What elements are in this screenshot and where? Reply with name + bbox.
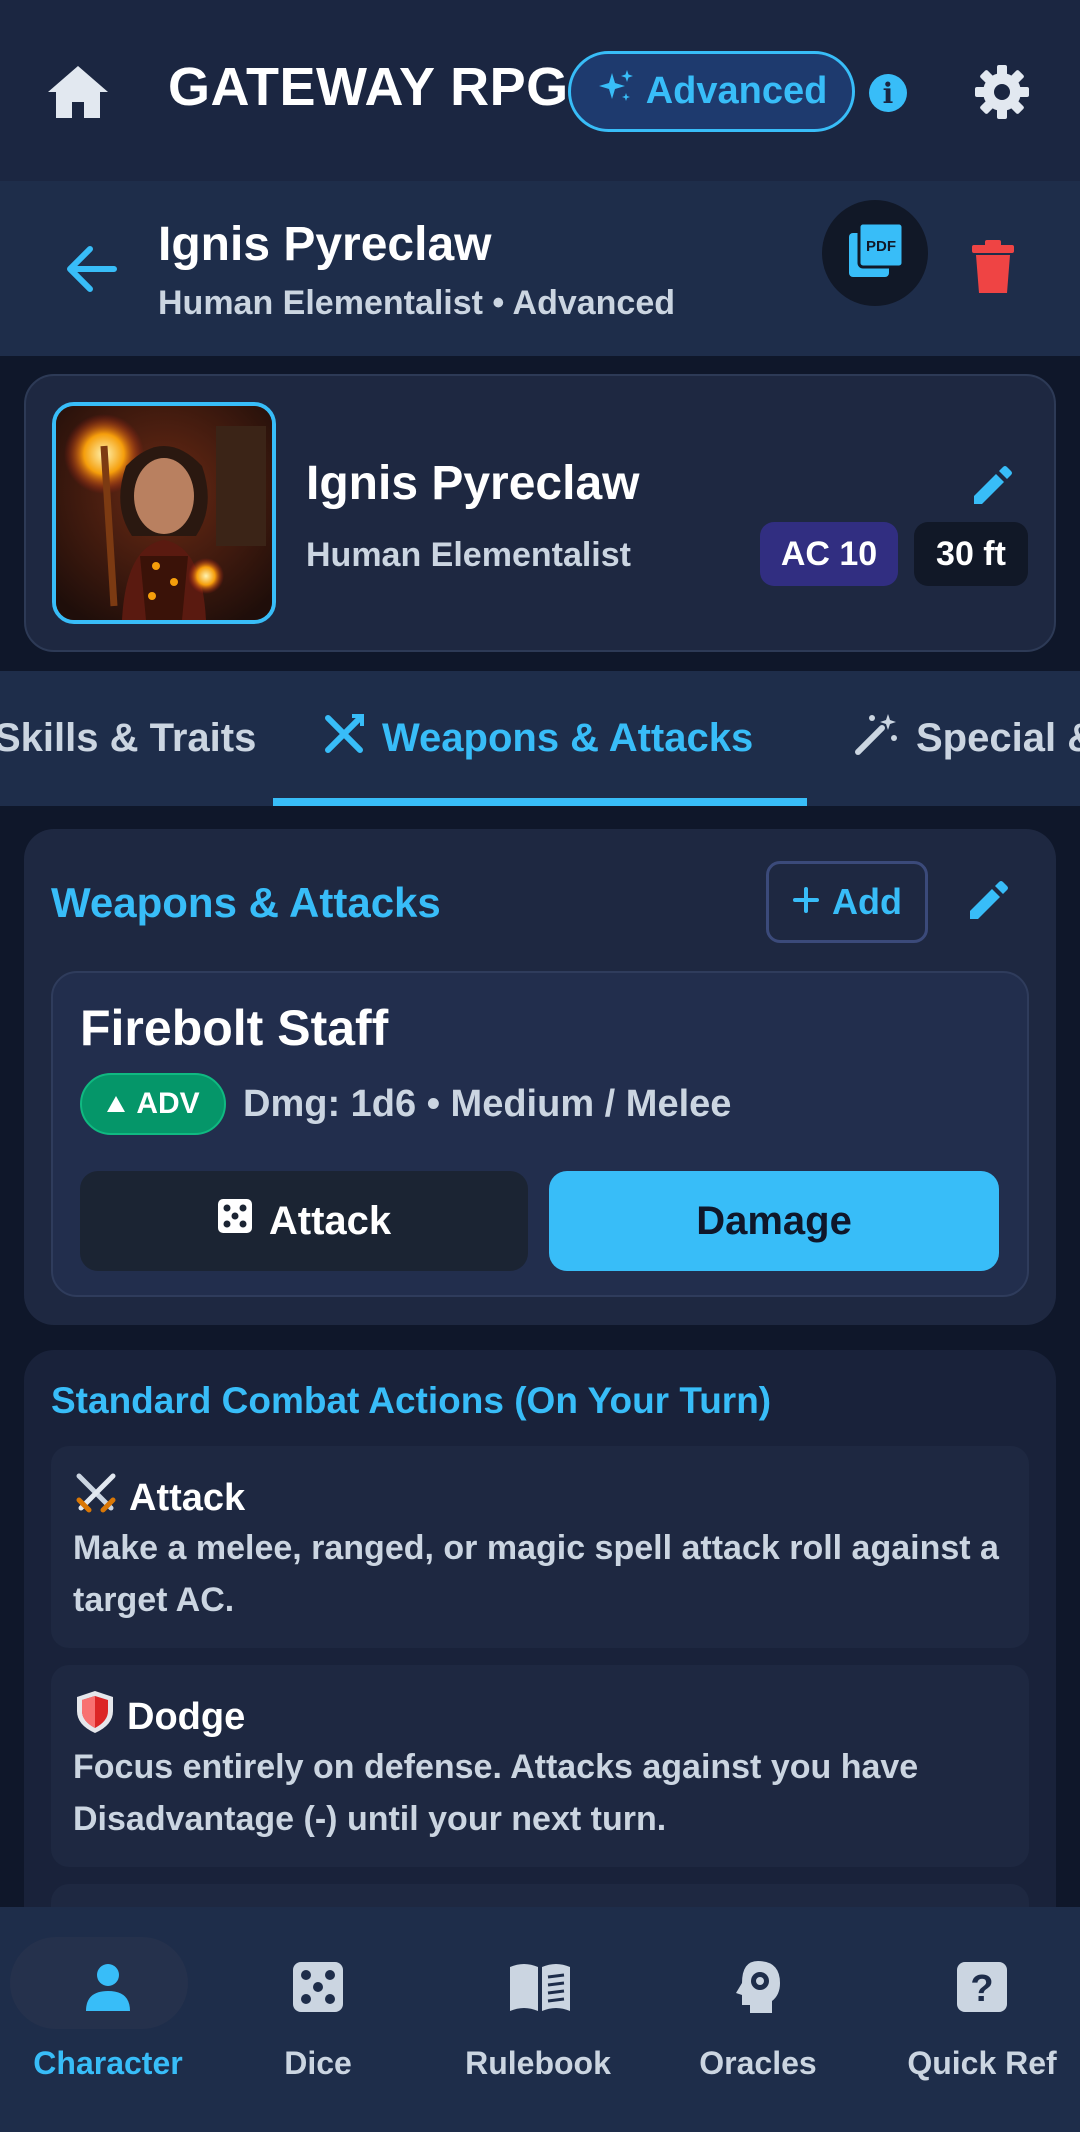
- top-app-bar: GATEWAY RPG Advanced i: [0, 0, 1080, 181]
- character-subtitle: Human Elementalist • Advanced: [158, 284, 676, 322]
- attack-button-label: Attack: [268, 1198, 392, 1243]
- svg-text:PDF: PDF: [866, 238, 896, 255]
- action-header: Dodge: [73, 1689, 245, 1745]
- dice-icon: [217, 1198, 253, 1244]
- edit-icon[interactable]: [964, 879, 1010, 925]
- edit-icon[interactable]: [968, 464, 1014, 510]
- character-profile-card: Ignis Pyreclaw Human Elementalist AC 10 …: [24, 374, 1056, 652]
- nav-label: Oracles: [699, 2045, 817, 2081]
- weapon-stats: Dmg: 1d6 • Medium / Melee: [243, 1083, 732, 1125]
- nav-label: Rulebook: [465, 2045, 611, 2081]
- plus-icon: [792, 881, 820, 923]
- info-icon[interactable]: i: [869, 74, 907, 112]
- nav-label: Quick Ref: [907, 2045, 1057, 2081]
- action-name: Dodge: [127, 1695, 246, 1738]
- tab-label: Weapons & Attacks: [382, 716, 754, 760]
- section-title: Standard Combat Actions (On Your Turn): [51, 1380, 772, 1421]
- profile-subtitle: Human Elementalist: [306, 536, 631, 574]
- export-pdf-button[interactable]: PDF: [822, 200, 928, 306]
- tab-special-abilities[interactable]: Special & Abilities: [852, 671, 1080, 806]
- nav-quick-ref[interactable]: ? Quick Ref: [874, 1907, 1080, 2132]
- nav-label: Dice: [284, 2045, 352, 2081]
- crossed-swords-icon: [73, 1470, 119, 1526]
- book-icon: [508, 1957, 570, 2017]
- advanced-mode-label: Advanced: [645, 70, 828, 112]
- weapons-section: Weapons & Attacks Add Firebolt Staff ADV…: [24, 829, 1056, 1325]
- back-arrow-icon[interactable]: [64, 241, 120, 297]
- head-gear-icon: [728, 1957, 788, 2017]
- nav-character[interactable]: Character: [0, 1907, 216, 2132]
- tab-label: Special & Abilities: [916, 716, 1080, 760]
- app-title: GATEWAY RPG: [168, 57, 569, 117]
- add-button-label: Add: [832, 881, 902, 922]
- shield-icon: [73, 1689, 117, 1745]
- character-name: Ignis Pyreclaw: [158, 218, 492, 271]
- person-icon: [78, 1957, 138, 2017]
- combat-action-attack: Attack Make a melee, ranged, or magic sp…: [51, 1446, 1029, 1648]
- triangle-up-icon: [106, 1087, 126, 1121]
- tab-label: Skills & Traits: [0, 716, 257, 760]
- nav-dice[interactable]: Dice: [210, 1907, 426, 2132]
- weapon-card: Firebolt Staff ADV Dmg: 1d6 • Medium / M…: [51, 971, 1029, 1297]
- advantage-badge: ADV: [80, 1073, 226, 1135]
- dice-icon: [288, 1957, 348, 2017]
- damage-roll-button[interactable]: Damage: [549, 1171, 999, 1271]
- speed-badge: 30 ft: [914, 522, 1028, 586]
- armor-class-badge: AC 10: [760, 522, 898, 586]
- character-header: Ignis Pyreclaw Human Elementalist • Adva…: [0, 181, 1080, 356]
- sparkles-icon: [596, 67, 636, 117]
- nav-label: Character: [33, 2045, 183, 2081]
- tab-skills-traits[interactable]: Skills & Traits: [0, 671, 256, 806]
- combat-actions-section: Standard Combat Actions (On Your Turn) A…: [24, 1350, 1056, 1970]
- crossed-swords-icon: [322, 712, 366, 766]
- nav-rulebook[interactable]: Rulebook: [430, 1907, 646, 2132]
- tab-weapons-attacks[interactable]: Weapons & Attacks: [322, 671, 753, 806]
- pdf-icon: PDF: [845, 221, 905, 286]
- gear-icon[interactable]: [972, 62, 1032, 122]
- section-title: Weapons & Attacks: [51, 879, 441, 926]
- attack-roll-button[interactable]: Attack: [80, 1171, 528, 1271]
- action-description: Focus entirely on defense. Attacks again…: [73, 1748, 919, 1838]
- action-name: Attack: [129, 1476, 246, 1519]
- action-header: Attack: [73, 1470, 245, 1526]
- magic-wand-icon: [852, 710, 900, 768]
- help-icon: ?: [952, 1957, 1012, 2017]
- advantage-label: ADV: [136, 1087, 200, 1120]
- nav-oracles[interactable]: Oracles: [650, 1907, 866, 2132]
- profile-name: Ignis Pyreclaw: [306, 457, 640, 510]
- section-tabs: Skills & Traits Weapons & Attacks Specia…: [0, 671, 1080, 806]
- home-icon[interactable]: [44, 62, 112, 122]
- weapon-name: Firebolt Staff: [80, 1000, 389, 1056]
- add-weapon-button[interactable]: Add: [766, 861, 928, 943]
- bottom-navigation: Character Dice Rulebook Oracles ? Quick …: [0, 1907, 1080, 2132]
- svg-text:?: ?: [970, 1968, 993, 2010]
- active-tab-indicator: [273, 798, 807, 806]
- trash-icon[interactable]: [968, 239, 1018, 295]
- character-portrait[interactable]: [52, 402, 276, 624]
- action-description: Make a melee, ranged, or magic spell att…: [73, 1529, 999, 1619]
- combat-action-dodge: Dodge Focus entirely on defense. Attacks…: [51, 1665, 1029, 1867]
- advanced-mode-toggle[interactable]: Advanced: [568, 51, 855, 132]
